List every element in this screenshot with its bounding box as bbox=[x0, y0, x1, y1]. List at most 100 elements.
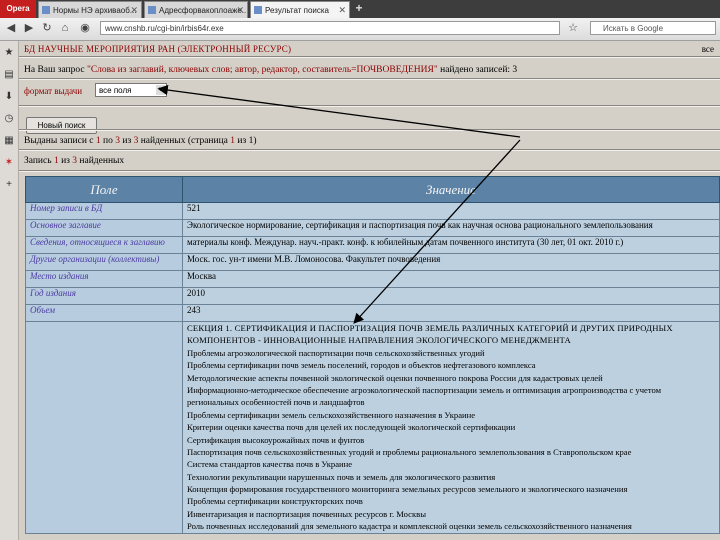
back-icon[interactable]: ◀ bbox=[4, 21, 18, 35]
contents-entry: Роль почвенных исследований для земельно… bbox=[187, 521, 632, 532]
record-text: из bbox=[58, 156, 73, 166]
contents-entry: региональных особенностей почв и ландшаф… bbox=[187, 397, 365, 408]
field-name-cell[interactable]: Место издания bbox=[25, 270, 183, 288]
close-icon[interactable]: ✕ bbox=[338, 5, 346, 16]
contents-entry: Паспортизация почв сельскохозяйственных … bbox=[187, 446, 632, 457]
field-value-cell: Экологическое нормирование, сертификация… bbox=[182, 219, 720, 237]
contents-entry: Проблемы сертификации почв земель поселе… bbox=[187, 360, 536, 371]
table-row-contents: СЕКЦИЯ 1. СЕРТИФИКАЦИЯ И ПАСПОРТИЗАЦИЯ П… bbox=[25, 321, 720, 534]
notes-icon[interactable]: ▤ bbox=[3, 69, 15, 81]
table-row: Объем 243 bbox=[25, 304, 720, 322]
contents-entry: Информационно-методическое обеспечение а… bbox=[187, 384, 662, 395]
sidebar: ★ ▤ ⬇ ◷ ▦ ✶ + bbox=[0, 41, 19, 540]
section-heading: СЕКЦИЯ 1. СЕРТИФИКАЦИЯ И ПАСПОРТИЗАЦИЯ П… bbox=[187, 323, 673, 333]
field-value-cell: 521 bbox=[182, 202, 720, 220]
table-row: Место издания Москва bbox=[25, 270, 720, 288]
downloads-icon[interactable]: ⬇ bbox=[3, 91, 15, 103]
divider bbox=[19, 149, 720, 151]
panels-icon[interactable]: ▦ bbox=[3, 135, 15, 147]
home-icon[interactable]: ⌂ bbox=[58, 21, 72, 35]
contents-entry: Критерии оценки качества почв для целей … bbox=[187, 422, 516, 433]
new-tab-icon[interactable]: + bbox=[352, 1, 366, 17]
field-name-cell[interactable]: Основное заглавие bbox=[25, 219, 183, 237]
table-row: Номер записи в БД 521 bbox=[25, 202, 720, 220]
field-value-cell: Москва bbox=[182, 270, 720, 288]
column-header-value: Значение bbox=[182, 176, 720, 203]
format-select[interactable]: все поля ▼ bbox=[95, 83, 167, 97]
tab-label: Результат поиска bbox=[265, 6, 329, 15]
section-heading: КОМПОНЕНТОВ - ИННОВАЦИОННЫЕ НАПРАВЛЕНИЯ … bbox=[187, 335, 571, 346]
results-text: из bbox=[119, 136, 134, 146]
field-name-cell[interactable]: Год издания bbox=[25, 287, 183, 305]
site-info-icon[interactable]: ◉ bbox=[78, 21, 92, 35]
results-summary: Выданы записи с 1 по 3 из 3 найденных (с… bbox=[24, 136, 257, 146]
results-text: найденных (страница bbox=[138, 136, 231, 146]
contents-entry: Проблемы сертификации земель сельскохозя… bbox=[187, 409, 476, 420]
page-favicon-icon bbox=[42, 6, 50, 14]
contents-entry: Методологические аспекты почвенной эколо… bbox=[187, 372, 603, 383]
record-counter: Запись 1 из 3 найденных bbox=[24, 156, 124, 166]
field-value-cell: 243 bbox=[182, 304, 720, 322]
new-search-button[interactable]: Новый поиск bbox=[26, 117, 97, 134]
format-select-value: все поля bbox=[99, 86, 132, 95]
bookmarks-icon[interactable]: ★ bbox=[3, 47, 15, 59]
record-table: Поле Значение Номер записи в БД 521 Основн… bbox=[25, 176, 720, 534]
field-name-cell[interactable]: Номер записи в БД bbox=[25, 202, 183, 220]
address-bar: ◀ ▶ ↻ ⌂ ◉ www.cnshb.ru/cgi-bin/irbis64r.… bbox=[0, 18, 720, 41]
contents-entry: Проблемы агроэкологической паспортизации… bbox=[187, 347, 485, 358]
opera-menu-button[interactable]: Opera bbox=[0, 0, 36, 18]
tab-2[interactable]: Адресфорвакоплоаже... ✕ bbox=[144, 1, 248, 18]
results-text: по bbox=[100, 136, 116, 146]
table-row: Сведения, относящиеся к заглавию материал… bbox=[25, 236, 720, 254]
field-value-cell: материалы конф. Междунар. науч.-практ. к… bbox=[182, 236, 720, 254]
table-row: Год издания 2010 bbox=[25, 287, 720, 305]
bookmark-icon[interactable]: ☆ bbox=[566, 21, 580, 35]
field-value-cell: 2010 bbox=[182, 287, 720, 305]
divider bbox=[19, 170, 720, 172]
contents-entry: Система стандартов качества почв в Украи… bbox=[187, 459, 353, 470]
field-name-cell[interactable]: Другие организации (коллективы) bbox=[25, 253, 183, 271]
chevron-down-icon: ▼ bbox=[156, 85, 165, 95]
history-icon[interactable]: ◷ bbox=[3, 113, 15, 125]
contents-entry: Концепция формирования государственного … bbox=[187, 484, 628, 495]
vk-icon[interactable]: ✶ bbox=[3, 157, 15, 169]
contents-entry: Сертификация высокоурожайных почв и фунт… bbox=[187, 434, 365, 445]
reload-icon[interactable]: ↻ bbox=[40, 21, 54, 35]
divider bbox=[19, 105, 720, 107]
close-icon[interactable]: ✕ bbox=[130, 5, 138, 16]
record-text: найденных bbox=[77, 156, 125, 166]
page-content: БД НАУЧНЫЕ МЕРОПРИЯТИЯ РАН (ЭЛЕКТРОННЫЙ … bbox=[19, 41, 720, 540]
add-panel-icon[interactable]: + bbox=[3, 179, 15, 191]
field-value-cell: Моск. гос. ун-т имени М.В. Ломоносова. Ф… bbox=[182, 253, 720, 271]
divider bbox=[19, 78, 720, 80]
close-icon[interactable]: ✕ bbox=[236, 5, 244, 16]
tab-bar: Opera Нормы НЭ архиваоб... ✕ Адресфорвак… bbox=[0, 0, 720, 18]
field-name-cell bbox=[25, 321, 183, 534]
query-summary: На Ваш запрос "Слова из заглавий, ключев… bbox=[24, 65, 517, 75]
record-text: Запись bbox=[24, 156, 54, 166]
tab-label: Нормы НЭ архиваоб... bbox=[53, 6, 137, 15]
database-all-link[interactable]: все bbox=[702, 44, 714, 54]
query-suffix: найдено записей: 3 bbox=[437, 65, 518, 75]
page-favicon-icon bbox=[148, 6, 156, 14]
column-header-field: Поле bbox=[25, 176, 183, 203]
url-field[interactable]: www.cnshb.ru/cgi-bin/irbis64r.exe bbox=[100, 21, 560, 35]
field-name-cell[interactable]: Сведения, относящиеся к заглавию bbox=[25, 236, 183, 254]
contents-entry: Проблемы сертификации конструкторских по… bbox=[187, 496, 363, 507]
contents-entry: Инвентаризация и паспортизация почвенных… bbox=[187, 508, 427, 519]
search-input[interactable]: Искать в Google bbox=[590, 21, 716, 35]
tab-3[interactable]: Результат поиска ✕ bbox=[250, 1, 350, 18]
query-term: "Слова из заглавий, ключевых слов; автор… bbox=[86, 65, 438, 75]
table-row: Основное заглавие Экологическое нормирова… bbox=[25, 219, 720, 237]
tab-label: Адресфорвакоплоаже... bbox=[159, 6, 248, 15]
tab-1[interactable]: Нормы НЭ архиваоб... ✕ bbox=[38, 1, 142, 18]
forward-icon[interactable]: ▶ bbox=[22, 21, 36, 35]
results-text: из 1) bbox=[235, 136, 257, 146]
page-favicon-icon bbox=[254, 6, 262, 14]
table-row: Другие организации (коллективы) Моск. гос… bbox=[25, 253, 720, 271]
contents-entry: Технологии рекультивации нарушенных почв… bbox=[187, 471, 496, 482]
field-name-cell[interactable]: Объем bbox=[25, 304, 183, 322]
query-prefix: На Ваш запрос bbox=[24, 65, 87, 75]
format-label: формат выдачи bbox=[24, 86, 83, 96]
divider bbox=[19, 129, 720, 131]
